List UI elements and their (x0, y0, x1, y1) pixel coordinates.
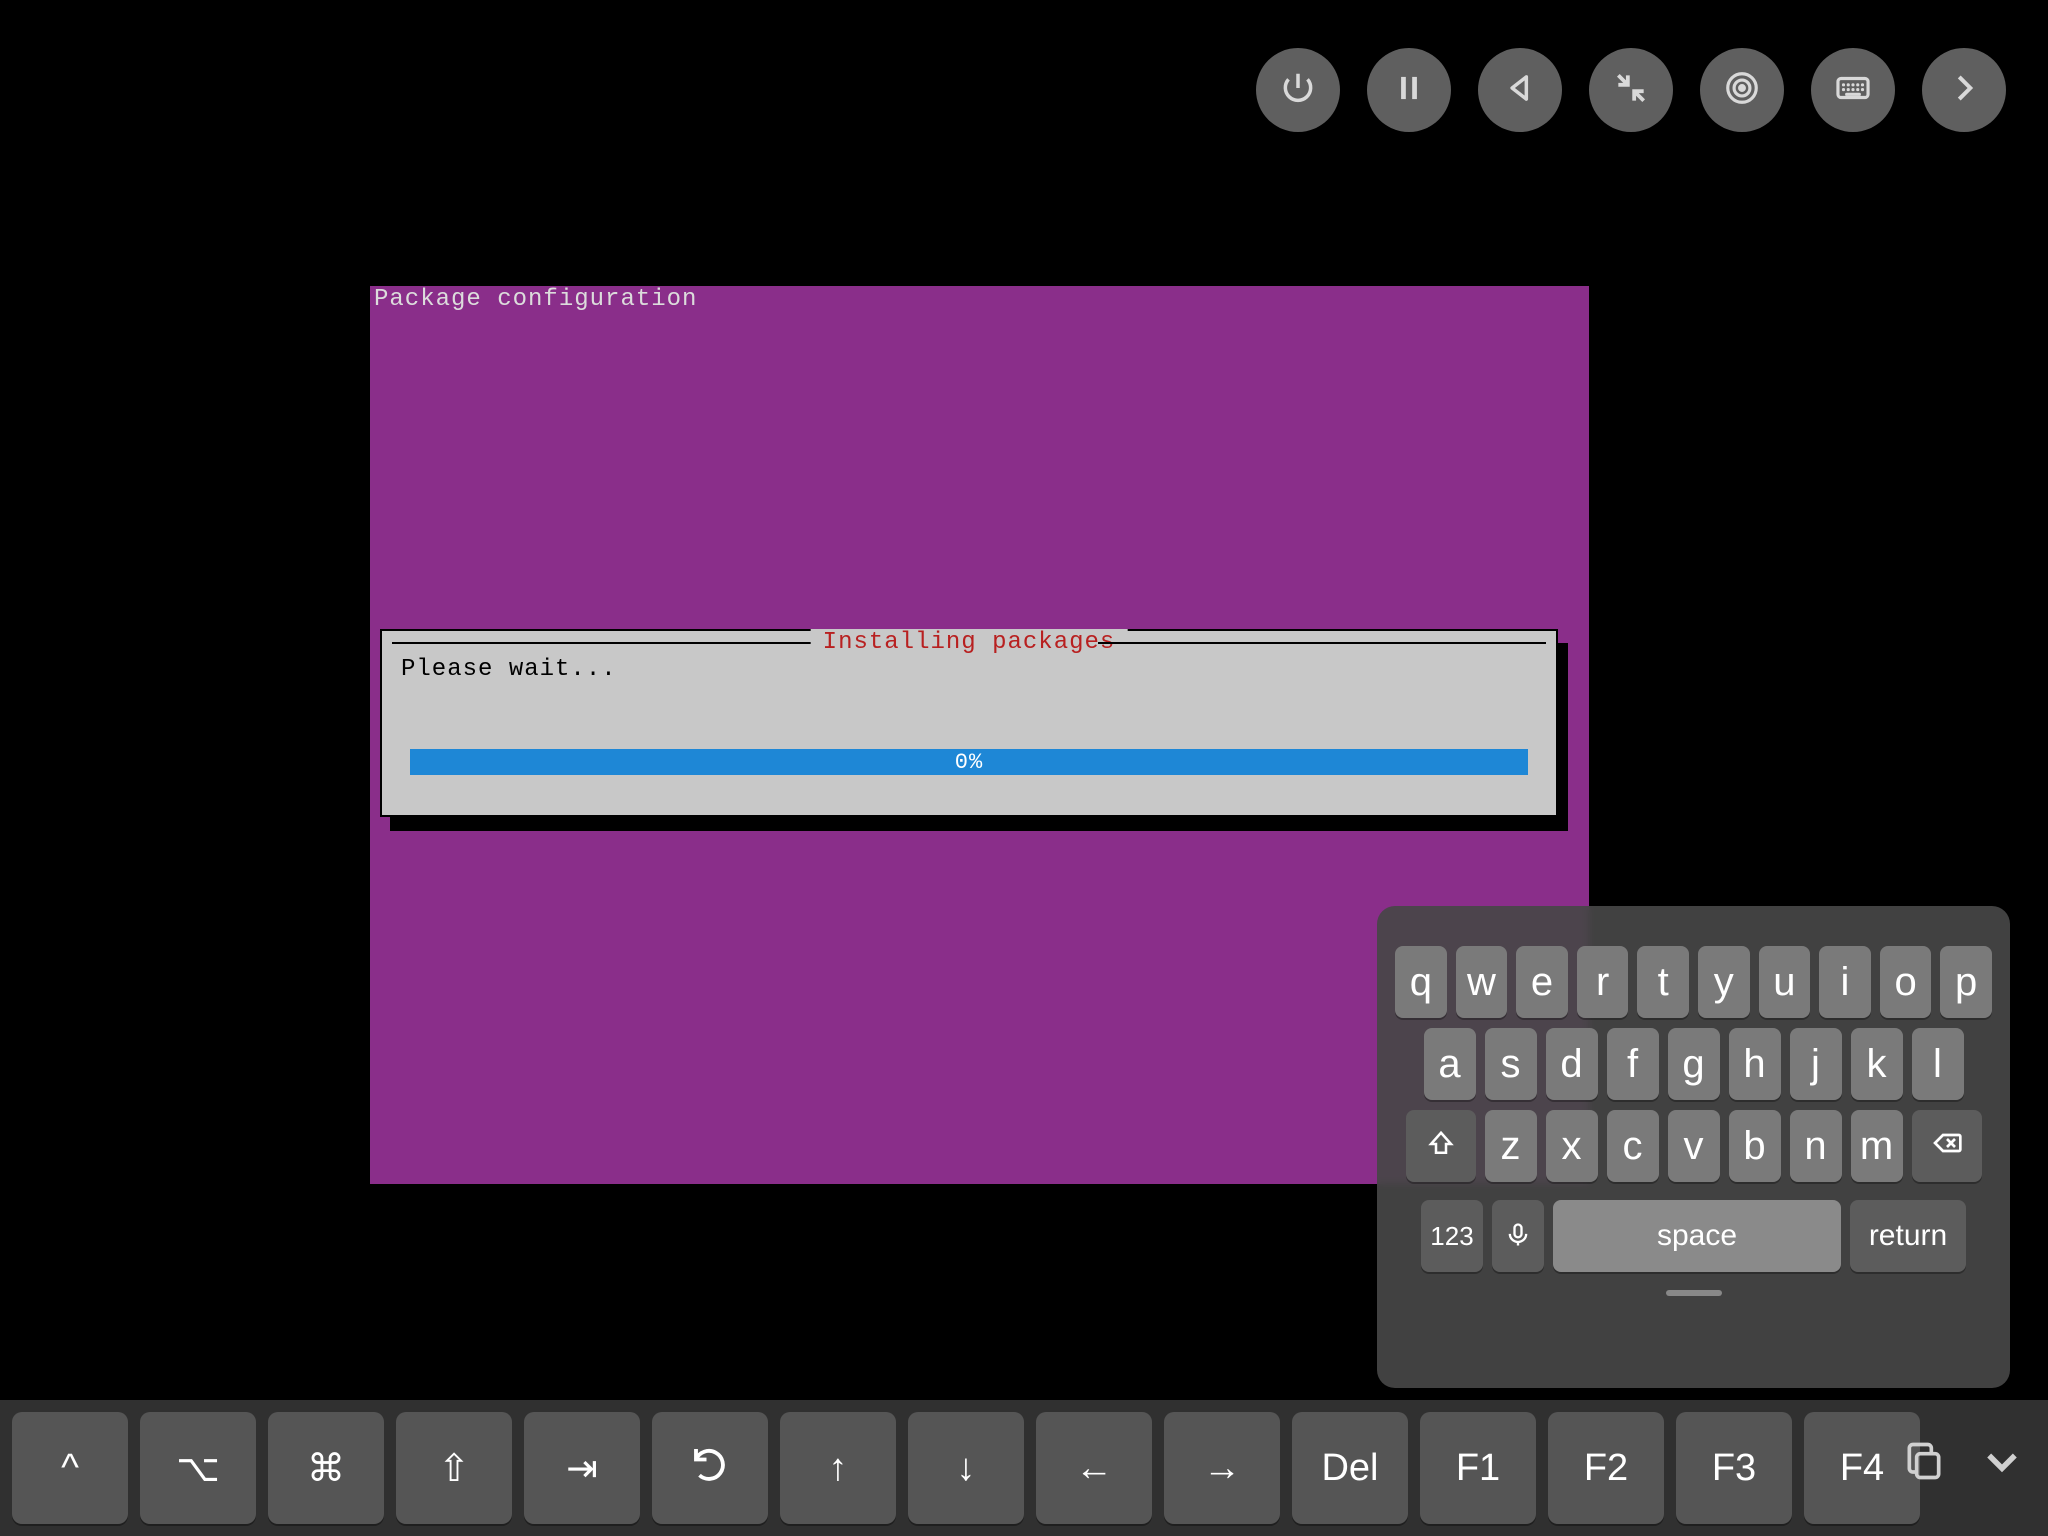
collapse-icon[interactable] (1980, 1439, 2024, 1488)
return-key[interactable]: return (1850, 1200, 1966, 1272)
bottom-function-bar: ^⌥⌘⇧⇥↑↓←→DelF1F2F3F4 (0, 1400, 2048, 1536)
f2-key[interactable]: F2 (1548, 1412, 1664, 1524)
pause-icon (1390, 69, 1428, 112)
shift-key[interactable] (1406, 1110, 1476, 1182)
key-w[interactable]: w (1456, 946, 1508, 1018)
back-triangle-icon (1501, 69, 1539, 112)
terminal-title: Package configuration (374, 286, 697, 313)
key-r[interactable]: r (1577, 946, 1629, 1018)
key-g[interactable]: g (1668, 1028, 1720, 1100)
keyboard-row-3: zxcvbnm (1395, 1110, 1992, 1182)
key-u[interactable]: u (1759, 946, 1811, 1018)
target-icon (1723, 69, 1761, 112)
disc-button[interactable] (1700, 48, 1784, 132)
arrow-up-key[interactable]: ↑ (780, 1412, 896, 1524)
key-k[interactable]: k (1851, 1028, 1903, 1100)
key-m[interactable]: m (1851, 1110, 1903, 1182)
key-h[interactable]: h (1729, 1028, 1781, 1100)
delete-key[interactable]: Del (1292, 1412, 1408, 1524)
key-n[interactable]: n (1790, 1110, 1842, 1182)
dialog-title-row: Installing packages (382, 631, 1556, 651)
numbers-key[interactable]: 123 (1421, 1200, 1483, 1272)
pause-button[interactable] (1367, 48, 1451, 132)
key-p[interactable]: p (1940, 946, 1992, 1018)
forward-button[interactable] (1922, 48, 2006, 132)
key-o[interactable]: o (1880, 946, 1932, 1018)
key-v[interactable]: v (1668, 1110, 1720, 1182)
power-icon (1279, 69, 1317, 112)
keyboard-row-1: qwertyuiop (1395, 946, 1992, 1018)
dialog-body: Please wait... (401, 656, 617, 683)
key-x[interactable]: x (1546, 1110, 1598, 1182)
key-y[interactable]: y (1698, 946, 1750, 1018)
backspace-key[interactable] (1912, 1110, 1982, 1182)
arrow-down-key[interactable]: ↓ (908, 1412, 1024, 1524)
key-l[interactable]: l (1912, 1028, 1964, 1100)
progress-dialog: Installing packages Please wait... 0% (380, 629, 1558, 817)
mic-icon (1504, 1214, 1532, 1259)
forward-chevron-icon (1945, 69, 1983, 112)
key-e[interactable]: e (1516, 946, 1568, 1018)
option-key[interactable]: ⌥ (140, 1412, 256, 1524)
key-q[interactable]: q (1395, 946, 1447, 1018)
ctrl-key[interactable]: ^ (12, 1412, 128, 1524)
f3-key[interactable]: F3 (1676, 1412, 1792, 1524)
side-icons (1902, 1439, 2024, 1488)
key-z[interactable]: z (1485, 1110, 1537, 1182)
key-s[interactable]: s (1485, 1028, 1537, 1100)
shift-key[interactable]: ⇧ (396, 1412, 512, 1524)
mini-keyboard: qwertyuiop asdfghjkl zxcvbnm 123 space r… (1377, 906, 2010, 1388)
key-t[interactable]: t (1637, 946, 1689, 1018)
command-key[interactable]: ⌘ (268, 1412, 384, 1524)
top-toolbar (1256, 48, 2006, 132)
space-key[interactable]: space (1553, 1200, 1841, 1272)
backspace-icon (1931, 1124, 1963, 1169)
arrow-right-key[interactable]: → (1164, 1412, 1280, 1524)
keyboard-icon (1834, 69, 1872, 112)
arrow-left-key[interactable]: ← (1036, 1412, 1152, 1524)
keyboard-row-4: 123 space return (1395, 1200, 1992, 1272)
compress-icon (1612, 69, 1650, 112)
progress-bar: 0% (410, 749, 1528, 775)
keyboard-row-2: asdfghjkl (1395, 1028, 1992, 1100)
copy-icon[interactable] (1902, 1439, 1946, 1488)
key-f[interactable]: f (1607, 1028, 1659, 1100)
undo-key[interactable] (652, 1412, 768, 1524)
key-c[interactable]: c (1607, 1110, 1659, 1182)
key-i[interactable]: i (1819, 946, 1871, 1018)
back-button[interactable] (1478, 48, 1562, 132)
dialog-title: Installing packages (811, 629, 1128, 656)
key-j[interactable]: j (1790, 1028, 1842, 1100)
progress-label: 0% (955, 750, 983, 775)
compress-button[interactable] (1589, 48, 1673, 132)
undo-icon (689, 1442, 731, 1494)
keyboard-button[interactable] (1811, 48, 1895, 132)
mic-key[interactable] (1492, 1200, 1544, 1272)
power-button[interactable] (1256, 48, 1340, 132)
f1-key[interactable]: F1 (1420, 1412, 1536, 1524)
key-d[interactable]: d (1546, 1028, 1598, 1100)
key-a[interactable]: a (1424, 1028, 1476, 1100)
keyboard-handle[interactable] (1666, 1290, 1722, 1296)
key-b[interactable]: b (1729, 1110, 1781, 1182)
tab-key[interactable]: ⇥ (524, 1412, 640, 1524)
shift-icon (1426, 1124, 1456, 1169)
